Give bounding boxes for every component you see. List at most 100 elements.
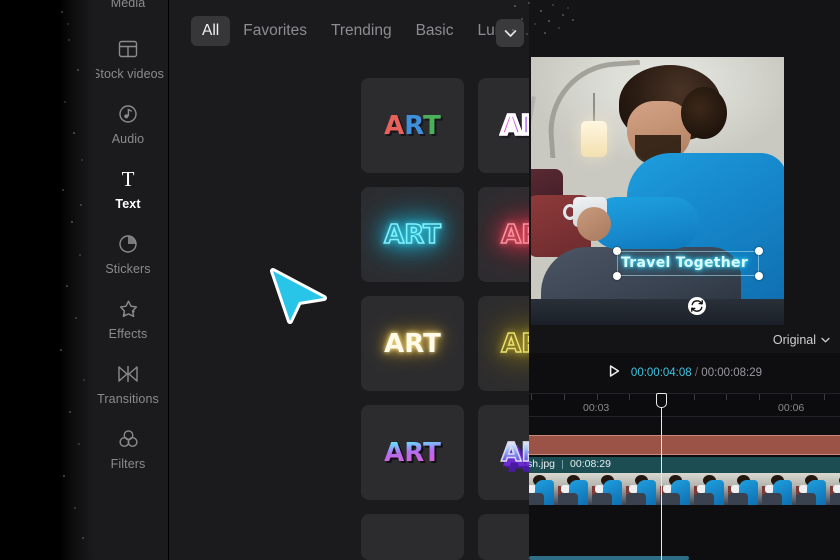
total-time: 00:00:08:29 bbox=[701, 367, 763, 379]
filmstrip-frame bbox=[830, 473, 840, 505]
time-display: 00:00:04:08 / 00:00:08:29 bbox=[631, 367, 762, 379]
lamp bbox=[581, 121, 607, 157]
clip-duration: 00:08:29 bbox=[570, 458, 611, 470]
tent-floor bbox=[531, 299, 784, 325]
filmstrip-frame bbox=[558, 473, 592, 505]
sidebar-item-stickers[interactable]: Stickers bbox=[88, 231, 168, 276]
filmstrip-frame bbox=[796, 473, 830, 505]
preset-label: ART bbox=[500, 219, 529, 250]
effects-icon bbox=[117, 296, 140, 322]
preset-item[interactable]: ART bbox=[361, 187, 464, 282]
stickers-icon bbox=[117, 231, 139, 257]
sidebar-item-text[interactable]: T Text bbox=[88, 166, 168, 211]
preset-label: ART bbox=[500, 328, 529, 359]
preset-label: ART bbox=[500, 439, 529, 467]
person-hand bbox=[577, 207, 611, 241]
sidebar-item-stock-videos[interactable]: Stock videos bbox=[88, 36, 168, 81]
resize-handle-top-right[interactable] bbox=[755, 247, 763, 255]
filmstrip bbox=[524, 473, 840, 505]
filmstrip-frame bbox=[626, 473, 660, 505]
clip-header: sh.jpg 00:08:29 bbox=[524, 457, 840, 471]
ruler-label: 00:03 bbox=[583, 402, 610, 414]
preset-label: ART bbox=[384, 110, 441, 141]
sidebar-item-label: Audio bbox=[111, 132, 145, 146]
timeline-tracks: sh.jpg 00:08:29 bbox=[524, 417, 840, 560]
preset-item[interactable] bbox=[361, 514, 464, 560]
sidebar-item-effects[interactable]: Effects bbox=[88, 296, 168, 341]
stock-videos-icon bbox=[117, 36, 139, 62]
clip-name: sh.jpg bbox=[527, 458, 556, 470]
sidebar-item-audio[interactable]: Audio bbox=[88, 101, 168, 146]
tab-basic[interactable]: Basic bbox=[405, 16, 465, 46]
preset-label: ART bbox=[383, 219, 441, 250]
time-separator: / bbox=[694, 367, 699, 379]
filmstrip-frame bbox=[762, 473, 796, 505]
tab-favorites[interactable]: Favorites bbox=[232, 16, 318, 46]
preset-item[interactable]: ART bbox=[361, 296, 464, 391]
filmstrip-frame bbox=[694, 473, 728, 505]
video-preview[interactable]: Travel Together bbox=[531, 57, 784, 325]
preset-item[interactable]: ART bbox=[361, 405, 464, 500]
audio-icon bbox=[117, 101, 139, 127]
tab-all[interactable]: All bbox=[191, 16, 231, 46]
video-track-clip[interactable]: sh.jpg 00:08:29 bbox=[524, 457, 840, 505]
quality-dropdown[interactable]: Original bbox=[773, 333, 830, 347]
preset-label: ART bbox=[499, 111, 529, 141]
text-icon: T bbox=[116, 166, 140, 192]
resize-handle-top-left[interactable] bbox=[613, 247, 621, 255]
sidebar-item-media[interactable]: Media bbox=[88, 0, 168, 10]
sidebar-item-label: Stock videos bbox=[91, 67, 165, 81]
play-icon[interactable] bbox=[607, 364, 621, 383]
filmstrip-frame bbox=[524, 473, 558, 505]
tab-trending[interactable]: Trending bbox=[320, 16, 403, 46]
chevron-down-icon bbox=[821, 337, 830, 343]
preset-label: ART bbox=[384, 437, 441, 468]
preview-and-timeline: Travel Together Original 00:00:04:08 / 0… bbox=[524, 0, 840, 560]
tool-sidebar: Media Stock videos Audio T Text Stickers… bbox=[88, 0, 168, 560]
playhead-line bbox=[661, 393, 662, 560]
quality-label: Original bbox=[772, 333, 816, 347]
preset-item[interactable]: ART bbox=[478, 296, 529, 391]
filmstrip-frame bbox=[660, 473, 694, 505]
horizontal-scrollbar[interactable] bbox=[529, 556, 689, 560]
text-track-clip[interactable] bbox=[524, 435, 840, 455]
ruler-label: 00:06 bbox=[778, 402, 805, 414]
sidebar-item-label: Filters bbox=[110, 457, 146, 471]
quality-bar: Original bbox=[529, 327, 840, 353]
transitions-icon bbox=[116, 361, 140, 387]
svg-text:T: T bbox=[122, 167, 135, 191]
sidebar-item-label: Transitions bbox=[97, 392, 159, 406]
timeline-ruler[interactable]: 00:03 00:06 bbox=[529, 393, 840, 417]
category-tabbar: All Favorites Trending Basic Lum bbox=[169, 0, 529, 62]
preset-item[interactable]: ART bbox=[478, 187, 529, 282]
preview-panel: Travel Together bbox=[529, 0, 840, 327]
person-hair-back bbox=[681, 87, 727, 139]
resize-handle-bottom-left[interactable] bbox=[613, 272, 621, 280]
playhead-handle[interactable] bbox=[656, 393, 667, 408]
preset-label: ART bbox=[384, 328, 441, 359]
preset-item[interactable]: ART bbox=[361, 78, 464, 173]
overlay-text[interactable]: Travel Together bbox=[621, 255, 748, 271]
preset-item[interactable]: ART bbox=[478, 78, 529, 173]
clip-divider bbox=[562, 459, 564, 469]
sidebar-item-label: Stickers bbox=[105, 262, 151, 276]
filmstrip-frame bbox=[728, 473, 762, 505]
preset-item[interactable]: ART bbox=[478, 405, 529, 500]
sidebar-divider bbox=[168, 0, 169, 560]
timeline-panel: 00:00:04:08 / 00:00:08:29 00:03 00:06 sh… bbox=[524, 353, 840, 560]
video-editor-window: Media Stock videos Audio T Text Stickers… bbox=[0, 0, 840, 560]
sidebar-item-filters[interactable]: Filters bbox=[88, 426, 168, 471]
text-presets-panel: All Favorites Trending Basic Lum ART ART… bbox=[169, 0, 529, 560]
filters-icon bbox=[117, 426, 140, 452]
presets-grid: ART ART ART ART ART ART ART ART bbox=[361, 78, 529, 560]
transport-bar: 00:00:04:08 / 00:00:08:29 bbox=[529, 353, 840, 393]
sidebar-item-transitions[interactable]: Transitions bbox=[88, 361, 168, 406]
current-time: 00:00:04:08 bbox=[630, 367, 692, 379]
resize-handle-bottom-right[interactable] bbox=[755, 272, 763, 280]
rotate-icon[interactable] bbox=[688, 297, 706, 315]
chevron-down-icon[interactable] bbox=[496, 19, 524, 47]
lamp-cord bbox=[593, 93, 595, 123]
preset-item[interactable] bbox=[478, 514, 529, 560]
sidebar-item-label: Media bbox=[110, 0, 146, 10]
sidebar-item-label: Effects bbox=[108, 327, 148, 341]
